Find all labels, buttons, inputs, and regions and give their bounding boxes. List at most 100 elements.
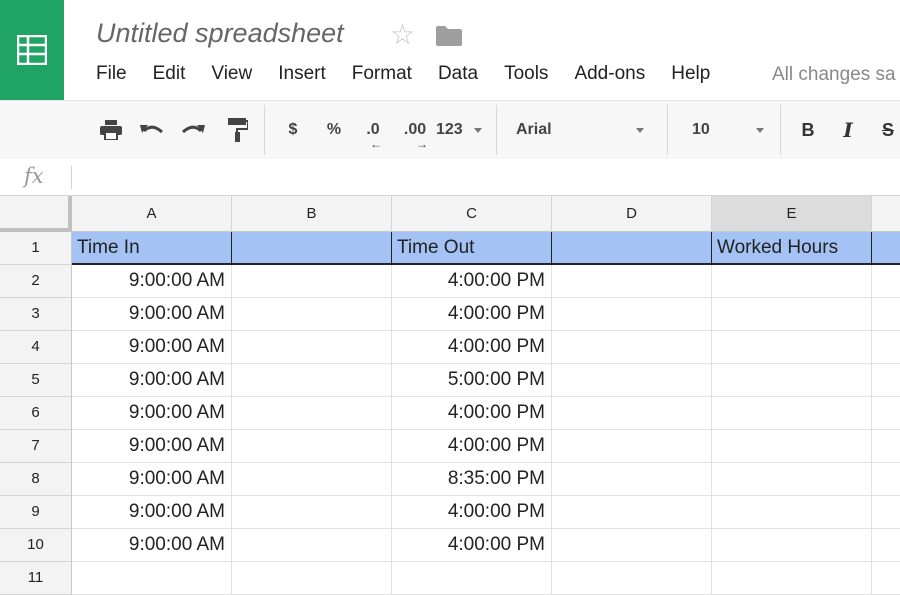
row-header-11[interactable]: 11 — [0, 562, 72, 595]
row-header-8[interactable]: 8 — [0, 463, 72, 496]
cell-e7[interactable] — [712, 430, 872, 463]
cell-a11[interactable] — [72, 562, 232, 595]
cell-next3[interactable] — [872, 298, 900, 331]
cell-e10[interactable] — [712, 529, 872, 562]
cell-next8[interactable] — [872, 463, 900, 496]
cell-next9[interactable] — [872, 496, 900, 529]
cell-d8[interactable] — [552, 463, 712, 496]
increase-decimal-button[interactable]: .00 → — [398, 101, 432, 159]
formula-input[interactable] — [80, 162, 884, 192]
row-header-9[interactable]: 9 — [0, 496, 72, 529]
cell-e2[interactable] — [712, 265, 872, 298]
cell-d5[interactable] — [552, 364, 712, 397]
italic-button[interactable]: I — [836, 101, 860, 159]
print-icon[interactable] — [96, 101, 126, 159]
cell-b10[interactable] — [232, 529, 392, 562]
cell-c4[interactable]: 4:00:00 PM — [392, 331, 552, 364]
cell-b8[interactable] — [232, 463, 392, 496]
cell-c6[interactable]: 4:00:00 PM — [392, 397, 552, 430]
folder-icon[interactable] — [436, 26, 462, 51]
cell-e4[interactable] — [712, 331, 872, 364]
cell-d10[interactable] — [552, 529, 712, 562]
row-header-3[interactable]: 3 — [0, 298, 72, 331]
paint-format-icon[interactable] — [222, 101, 252, 159]
row-header-6[interactable]: 6 — [0, 397, 72, 430]
cell-b2[interactable] — [232, 265, 392, 298]
column-header-c[interactable]: C — [392, 196, 552, 232]
font-size-dropdown[interactable]: 10 — [692, 101, 772, 159]
redo-icon[interactable] — [178, 101, 208, 159]
star-icon[interactable]: ☆ — [390, 21, 415, 49]
more-formats-dropdown[interactable]: 123 — [436, 101, 488, 159]
cell-d4[interactable] — [552, 331, 712, 364]
bold-button[interactable]: B — [796, 101, 820, 159]
cell-c3[interactable]: 4:00:00 PM — [392, 298, 552, 331]
cell-c10[interactable]: 4:00:00 PM — [392, 529, 552, 562]
cell-e8[interactable] — [712, 463, 872, 496]
cell-a8[interactable]: 9:00:00 AM — [72, 463, 232, 496]
percent-format-button[interactable]: % — [322, 101, 346, 159]
cell-c9[interactable]: 4:00:00 PM — [392, 496, 552, 529]
cell-a3[interactable]: 9:00:00 AM — [72, 298, 232, 331]
row-header-5[interactable]: 5 — [0, 364, 72, 397]
cell-c11[interactable] — [392, 562, 552, 595]
cell-d11[interactable] — [552, 562, 712, 595]
cell-b4[interactable] — [232, 331, 392, 364]
row-header-7[interactable]: 7 — [0, 430, 72, 463]
cell-c1[interactable]: Time Out — [392, 232, 552, 265]
cell-e5[interactable] — [712, 364, 872, 397]
column-header-next[interactable] — [872, 196, 900, 232]
column-header-b[interactable]: B — [232, 196, 392, 232]
cell-e6[interactable] — [712, 397, 872, 430]
column-header-a[interactable]: A — [72, 196, 232, 232]
cell-e9[interactable] — [712, 496, 872, 529]
cell-d6[interactable] — [552, 397, 712, 430]
document-title[interactable]: Untitled spreadsheet — [96, 18, 344, 49]
row-header-4[interactable]: 4 — [0, 331, 72, 364]
column-header-d[interactable]: D — [552, 196, 712, 232]
cell-next4[interactable] — [872, 331, 900, 364]
cell-d7[interactable] — [552, 430, 712, 463]
cell-d3[interactable] — [552, 298, 712, 331]
cell-d2[interactable] — [552, 265, 712, 298]
cell-c5[interactable]: 5:00:00 PM — [392, 364, 552, 397]
menu-help[interactable]: Help — [671, 63, 710, 87]
cell-a9[interactable]: 9:00:00 AM — [72, 496, 232, 529]
menu-file[interactable]: File — [96, 63, 127, 87]
menu-view[interactable]: View — [211, 63, 252, 87]
undo-icon[interactable] — [137, 101, 167, 159]
cell-b3[interactable] — [232, 298, 392, 331]
menu-data[interactable]: Data — [438, 63, 478, 87]
cell-b5[interactable] — [232, 364, 392, 397]
row-header-10[interactable]: 10 — [0, 529, 72, 562]
menu-format[interactable]: Format — [352, 63, 412, 87]
row-header-2[interactable]: 2 — [0, 265, 72, 298]
cell-next10[interactable] — [872, 529, 900, 562]
cell-a4[interactable]: 9:00:00 AM — [72, 331, 232, 364]
cell-c2[interactable]: 4:00:00 PM — [392, 265, 552, 298]
cell-a1[interactable]: Time In — [72, 232, 232, 265]
cell-next11[interactable] — [872, 562, 900, 595]
sheets-logo[interactable] — [0, 0, 64, 100]
cell-d9[interactable] — [552, 496, 712, 529]
cell-b1[interactable] — [232, 232, 392, 265]
menu-add-ons[interactable]: Add-ons — [574, 63, 645, 87]
font-family-dropdown[interactable]: Arial — [516, 101, 656, 159]
select-all-corner[interactable] — [0, 196, 72, 232]
cell-a2[interactable]: 9:00:00 AM — [72, 265, 232, 298]
menu-tools[interactable]: Tools — [504, 63, 548, 87]
cell-a7[interactable]: 9:00:00 AM — [72, 430, 232, 463]
decrease-decimal-button[interactable]: .0 ← — [358, 101, 388, 159]
cell-a5[interactable]: 9:00:00 AM — [72, 364, 232, 397]
currency-format-button[interactable]: $ — [282, 101, 304, 159]
cell-b11[interactable] — [232, 562, 392, 595]
cell-b6[interactable] — [232, 397, 392, 430]
cell-next7[interactable] — [872, 430, 900, 463]
cell-next6[interactable] — [872, 397, 900, 430]
strikethrough-button[interactable]: S — [876, 101, 900, 159]
cell-next1[interactable] — [872, 232, 900, 265]
row-header-1[interactable]: 1 — [0, 232, 72, 265]
cell-e3[interactable] — [712, 298, 872, 331]
menu-edit[interactable]: Edit — [153, 63, 186, 87]
column-header-e[interactable]: E — [712, 196, 872, 232]
